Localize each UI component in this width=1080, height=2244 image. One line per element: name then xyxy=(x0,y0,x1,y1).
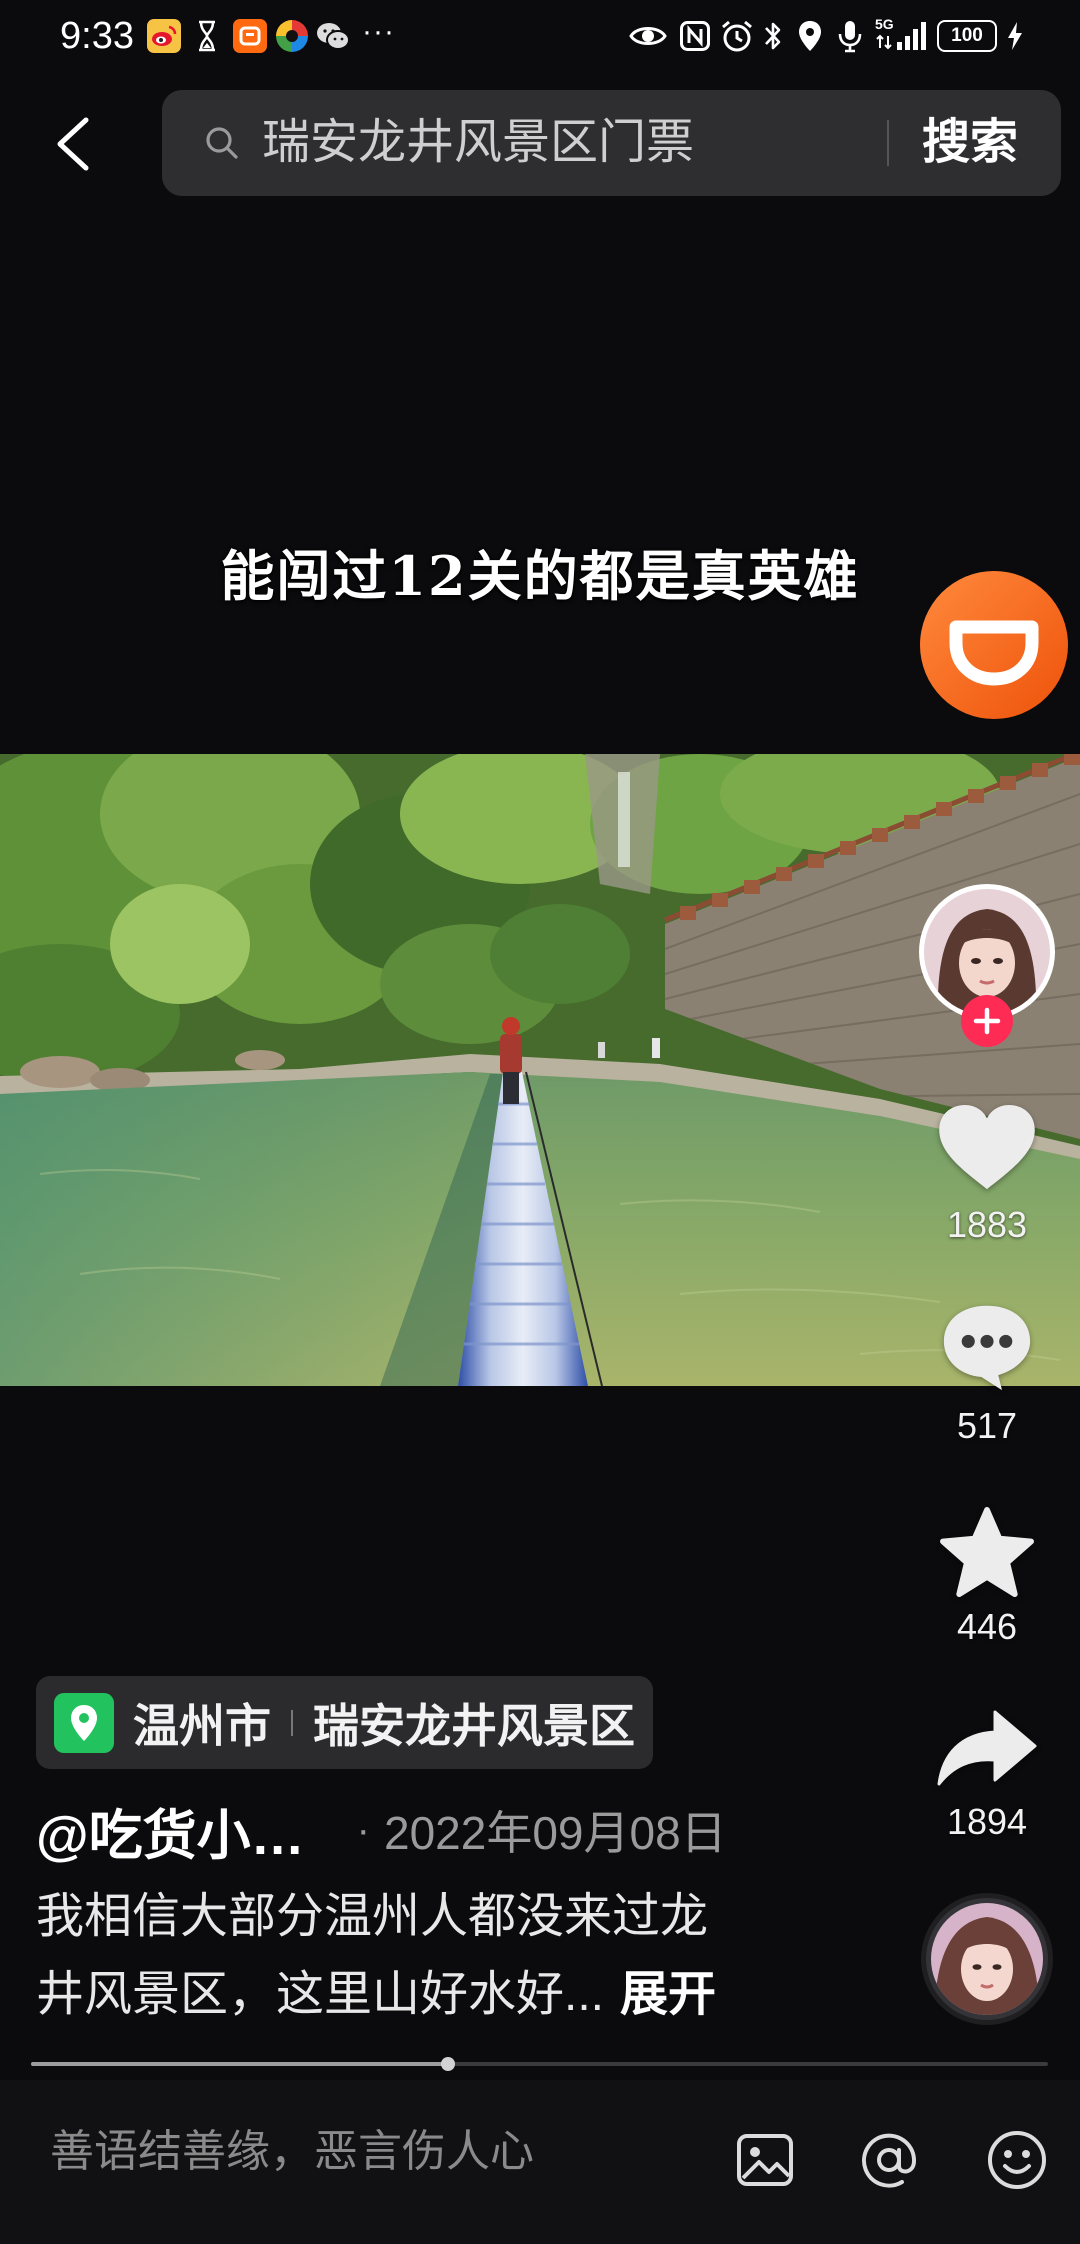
taobao-icon xyxy=(233,19,267,53)
search-icon xyxy=(206,127,238,159)
charging-icon xyxy=(1006,21,1024,51)
post-date: 2022年09月08日 xyxy=(383,1807,727,1859)
post-description[interactable]: 我相信大部分温州人都没来过龙 井风景区，这里山好水好... 展开 xyxy=(36,1878,896,2034)
wechat-icon xyxy=(316,19,350,53)
search-query: 瑞安龙井风景区门票 xyxy=(262,116,695,169)
chevron-left-icon xyxy=(57,117,89,171)
location-icon xyxy=(798,19,822,53)
share-button[interactable] xyxy=(937,1710,1037,1786)
image-picker-button[interactable] xyxy=(733,2128,797,2192)
follow-button[interactable] xyxy=(961,995,1013,1047)
app-screen: 9:33 ··· 5G 100 瑞安龙井风景区门票 搜索 能闯过12关的都是真英… xyxy=(0,0,1080,2244)
like-button[interactable] xyxy=(939,1105,1035,1191)
mention-button[interactable] xyxy=(858,2128,922,2192)
hourglass-icon xyxy=(196,19,218,53)
mic-icon xyxy=(837,19,863,53)
comment-button[interactable] xyxy=(940,1302,1034,1392)
location-divider xyxy=(291,1709,293,1736)
description-line: 我相信大部分温州人都没来过龙 xyxy=(36,1890,709,1943)
comment-placeholder: 善语结善缘，恶言伤人心 xyxy=(50,2127,534,2176)
author-row: @吃货小… · 2022年09月08日 xyxy=(36,1795,727,1866)
data-arrows-icon xyxy=(876,34,892,50)
search-field[interactable]: 瑞安龙井风景区门票 搜索 xyxy=(162,90,1061,196)
description-line-2: 井风景区，这里山好水好... 展开 xyxy=(36,1956,896,2034)
search-button[interactable]: 搜索 xyxy=(922,90,1018,196)
search-divider xyxy=(887,120,889,166)
video-caption: 能闯过12关的都是真英雄 xyxy=(220,544,860,608)
video-scene xyxy=(0,754,1080,1386)
bluetooth-icon xyxy=(762,19,784,53)
progress-fill xyxy=(31,2062,448,2066)
favorite-button[interactable] xyxy=(939,1506,1035,1598)
signal-bars-icon xyxy=(897,22,926,50)
progress-thumb[interactable] xyxy=(440,2057,455,2071)
battery-level: 100 xyxy=(951,25,983,46)
comment-input[interactable]: 善语结善缘，恶言伤人心 xyxy=(30,2110,690,2194)
author-name[interactable]: @吃货小… xyxy=(36,1791,305,1870)
emoji-button[interactable] xyxy=(985,2128,1049,2192)
network-type: 5G xyxy=(875,16,894,32)
at-icon xyxy=(862,2133,917,2188)
status-more-indicator: ··· xyxy=(362,15,395,48)
colorful-app-icon xyxy=(275,19,309,53)
location-poi: 瑞安龙井风景区 xyxy=(313,1699,635,1752)
battery-icon: 100 xyxy=(937,20,997,52)
share-count: 1894 xyxy=(946,1801,1028,1842)
plus-icon xyxy=(961,995,1013,1047)
date-separator: · xyxy=(356,1807,370,1852)
signal-icon: 5G xyxy=(875,16,929,56)
like-count: 1883 xyxy=(946,1204,1028,1245)
share-icon xyxy=(937,1710,1037,1786)
location-city: 温州市 xyxy=(133,1699,271,1752)
music-disc-icon xyxy=(921,1893,1053,2025)
video-frame[interactable] xyxy=(0,754,1080,1386)
video-progress-bar[interactable] xyxy=(31,2057,1048,2071)
alarm-icon xyxy=(720,19,754,53)
weibo-icon xyxy=(147,19,181,53)
eye-icon xyxy=(629,23,667,49)
comment-count: 517 xyxy=(956,1405,1018,1446)
location-pin-icon xyxy=(54,1692,114,1753)
favorite-count: 446 xyxy=(956,1606,1018,1647)
comment-bar: 善语结善缘，恶言伤人心 xyxy=(0,2080,1080,2244)
music-disc-button[interactable] xyxy=(921,1893,1053,2025)
expand-link[interactable]: 展开 xyxy=(620,1968,716,2021)
image-icon xyxy=(737,2134,793,2186)
didi-badge-button[interactable] xyxy=(920,571,1068,719)
comment-icon xyxy=(943,1305,1031,1391)
nfc-icon xyxy=(680,21,710,51)
emoji-icon xyxy=(988,2131,1046,2189)
star-icon xyxy=(940,1506,1034,1598)
location-tag[interactable]: 温州市 瑞安龙井风景区 xyxy=(36,1676,653,1769)
heart-icon xyxy=(939,1105,1035,1190)
hiker xyxy=(500,1017,522,1104)
back-button[interactable] xyxy=(50,112,98,176)
description-line: 井风景区，这里山好水好... xyxy=(36,1968,605,2021)
didi-icon xyxy=(920,571,1068,719)
status-time: 9:33 xyxy=(60,15,134,57)
